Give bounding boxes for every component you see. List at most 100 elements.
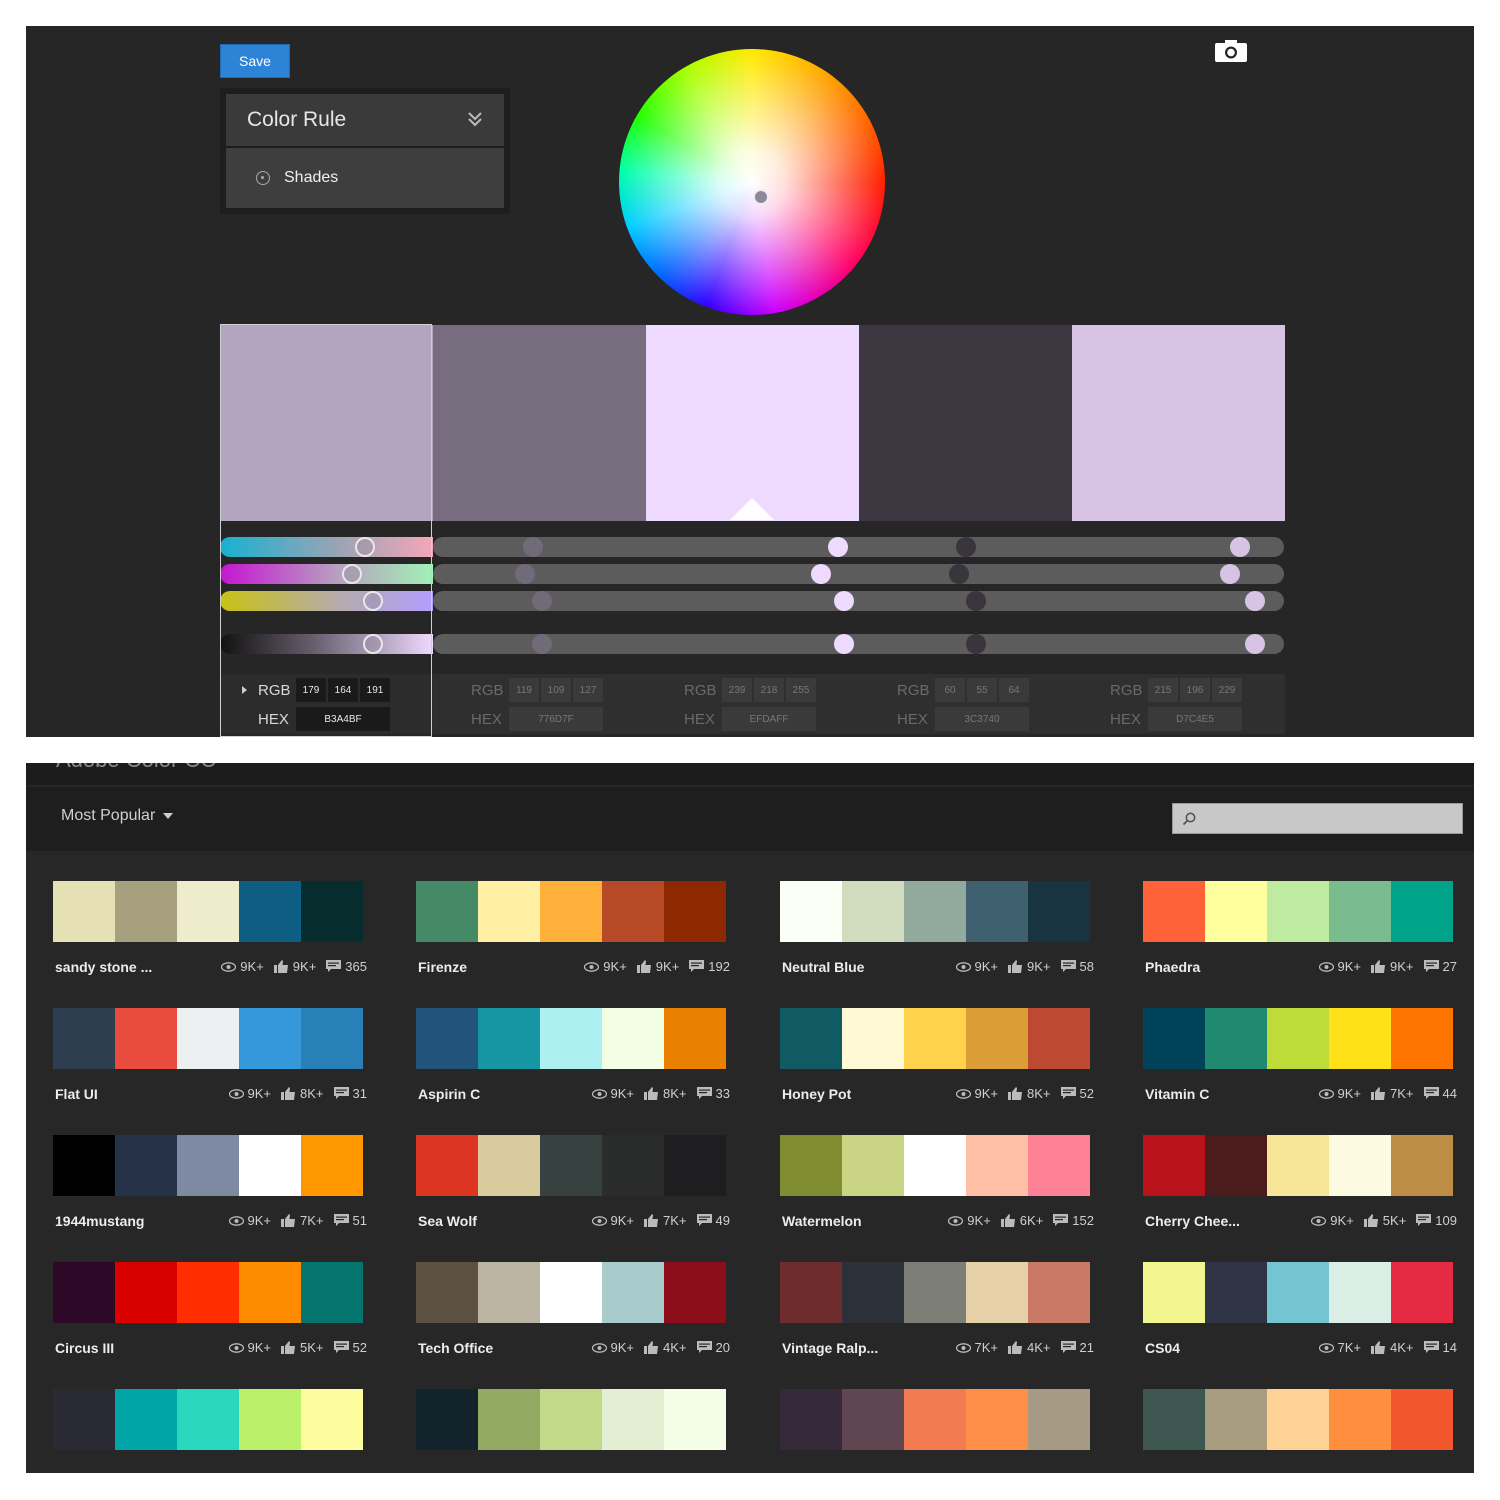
theme-swatch[interactable] <box>478 1008 540 1069</box>
comment-icon[interactable] <box>1423 960 1439 973</box>
theme-swatch[interactable] <box>177 1262 239 1323</box>
color-swatch[interactable] <box>859 325 1072 521</box>
theme-name[interactable]: 1944mustang <box>55 1213 144 1229</box>
rgb-value-field[interactable]: 119 <box>509 678 539 702</box>
thumbs-up-icon[interactable] <box>281 1087 296 1100</box>
theme-swatches[interactable] <box>416 1135 726 1196</box>
theme-name[interactable]: Honey Pot <box>782 1086 851 1102</box>
thumbs-up-icon[interactable] <box>273 960 289 973</box>
hex-value-field[interactable]: 776D7F <box>509 707 603 731</box>
theme-swatch[interactable] <box>1205 881 1267 942</box>
slider-knob[interactable] <box>531 634 552 654</box>
theme-swatch[interactable] <box>177 1135 239 1196</box>
rgb-value-field[interactable]: 255 <box>786 678 816 702</box>
slider-track[interactable] <box>433 591 1284 611</box>
theme-swatch[interactable] <box>53 1008 115 1069</box>
theme-swatch[interactable] <box>301 1135 363 1196</box>
comment-icon[interactable] <box>696 1087 712 1100</box>
theme-swatch[interactable] <box>1143 1389 1205 1450</box>
thumbs-up-icon[interactable] <box>1000 1214 1016 1227</box>
theme-swatch[interactable] <box>177 881 239 942</box>
theme-swatch[interactable] <box>301 1008 363 1069</box>
slider-knob[interactable] <box>514 564 535 584</box>
thumbs-up-icon[interactable] <box>636 960 652 973</box>
thumbs-up-icon[interactable] <box>644 1087 659 1100</box>
theme-name[interactable]: Flat UI <box>55 1086 98 1102</box>
slider-gradient[interactable] <box>220 591 433 611</box>
theme-swatch[interactable] <box>239 1389 301 1450</box>
theme-swatches[interactable] <box>53 1262 363 1323</box>
color-swatch[interactable] <box>1072 325 1285 521</box>
slider-gradient[interactable] <box>220 564 433 584</box>
theme-swatch[interactable] <box>602 1262 664 1323</box>
theme-swatch[interactable] <box>966 1135 1028 1196</box>
rgb-value-field[interactable]: 164 <box>328 678 358 702</box>
comment-icon[interactable] <box>333 1087 349 1100</box>
theme-card[interactable]: Aspirin C 9K+ 8K+ 33 <box>416 1008 730 1118</box>
theme-swatch[interactable] <box>239 1262 301 1323</box>
theme-card[interactable] <box>1143 1389 1453 1473</box>
theme-swatch[interactable] <box>1205 1389 1267 1450</box>
theme-name[interactable]: Cherry Chee... <box>1145 1213 1240 1229</box>
theme-swatches[interactable] <box>53 1389 363 1450</box>
theme-swatch[interactable] <box>478 881 540 942</box>
theme-swatch[interactable] <box>540 1008 602 1069</box>
thumbs-up-icon[interactable] <box>1363 1214 1379 1227</box>
theme-swatch[interactable] <box>1028 1389 1090 1450</box>
theme-swatch[interactable] <box>1267 1262 1329 1323</box>
theme-swatch[interactable] <box>540 881 602 942</box>
theme-swatch[interactable] <box>1329 1135 1391 1196</box>
search-input[interactable] <box>1172 803 1463 834</box>
comment-icon[interactable] <box>326 960 342 973</box>
comment-icon[interactable] <box>1423 1087 1439 1100</box>
theme-swatches[interactable] <box>416 1008 726 1069</box>
thumbs-up-icon[interactable] <box>1008 1087 1023 1100</box>
slider-knob[interactable] <box>810 564 831 584</box>
theme-swatch[interactable] <box>1143 1262 1205 1323</box>
theme-swatch[interactable] <box>540 1262 602 1323</box>
thumbs-up-icon[interactable] <box>644 1341 659 1354</box>
theme-swatch[interactable] <box>1028 1262 1090 1323</box>
theme-swatch[interactable] <box>1028 1008 1090 1069</box>
sort-dropdown[interactable]: Most Popular <box>61 807 174 825</box>
theme-card[interactable]: sandy stone ... 9K+ 9K+ 365 <box>53 881 367 991</box>
theme-swatch[interactable] <box>1143 1008 1205 1069</box>
comment-icon[interactable] <box>1060 960 1076 973</box>
theme-card[interactable]: Neutral Blue 9K+ 9K+ 58 <box>780 881 1094 991</box>
theme-swatch[interactable] <box>1205 1135 1267 1196</box>
theme-swatch[interactable] <box>780 1135 842 1196</box>
theme-card[interactable]: Flat UI 9K+ 8K+ 31 <box>53 1008 367 1118</box>
thumbs-up-icon[interactable] <box>644 1214 659 1227</box>
theme-swatches[interactable] <box>780 1389 1090 1450</box>
comment-icon[interactable] <box>689 960 705 973</box>
comment-icon[interactable] <box>333 1341 349 1354</box>
slider-knob[interactable] <box>523 537 544 557</box>
slider-knob[interactable] <box>834 591 855 611</box>
theme-card[interactable]: Sea Wolf 9K+ 7K+ 49 <box>416 1135 730 1245</box>
theme-swatch[interactable] <box>115 881 177 942</box>
thumbs-up-icon[interactable] <box>1008 960 1023 973</box>
theme-swatches[interactable] <box>780 1262 1090 1323</box>
slider-knob[interactable] <box>531 591 552 611</box>
slider-knob[interactable] <box>949 564 970 584</box>
theme-swatch[interactable] <box>1028 881 1090 942</box>
theme-swatch[interactable] <box>115 1389 177 1450</box>
theme-swatch[interactable] <box>842 881 904 942</box>
theme-swatch[interactable] <box>966 1262 1028 1323</box>
theme-swatch[interactable] <box>1391 881 1453 942</box>
theme-name[interactable]: Tech Office <box>418 1340 493 1356</box>
hex-value-field[interactable]: D7C4E5 <box>1148 707 1242 731</box>
slider-gradient[interactable] <box>220 634 433 654</box>
theme-card[interactable] <box>53 1389 363 1473</box>
thumbs-up-icon[interactable] <box>1371 1341 1386 1354</box>
slider-gradient[interactable] <box>220 537 433 557</box>
slider-knob[interactable] <box>1219 564 1240 584</box>
theme-card[interactable]: Phaedra 9K+ 9K+ 27 <box>1143 881 1457 991</box>
theme-swatch[interactable] <box>842 1262 904 1323</box>
comment-icon[interactable] <box>696 1214 712 1227</box>
slider-knob[interactable] <box>342 564 363 584</box>
theme-swatch[interactable] <box>540 1135 602 1196</box>
hex-value-field[interactable]: EFDAFF <box>722 707 816 731</box>
theme-swatch[interactable] <box>1391 1008 1453 1069</box>
theme-swatch[interactable] <box>53 881 115 942</box>
